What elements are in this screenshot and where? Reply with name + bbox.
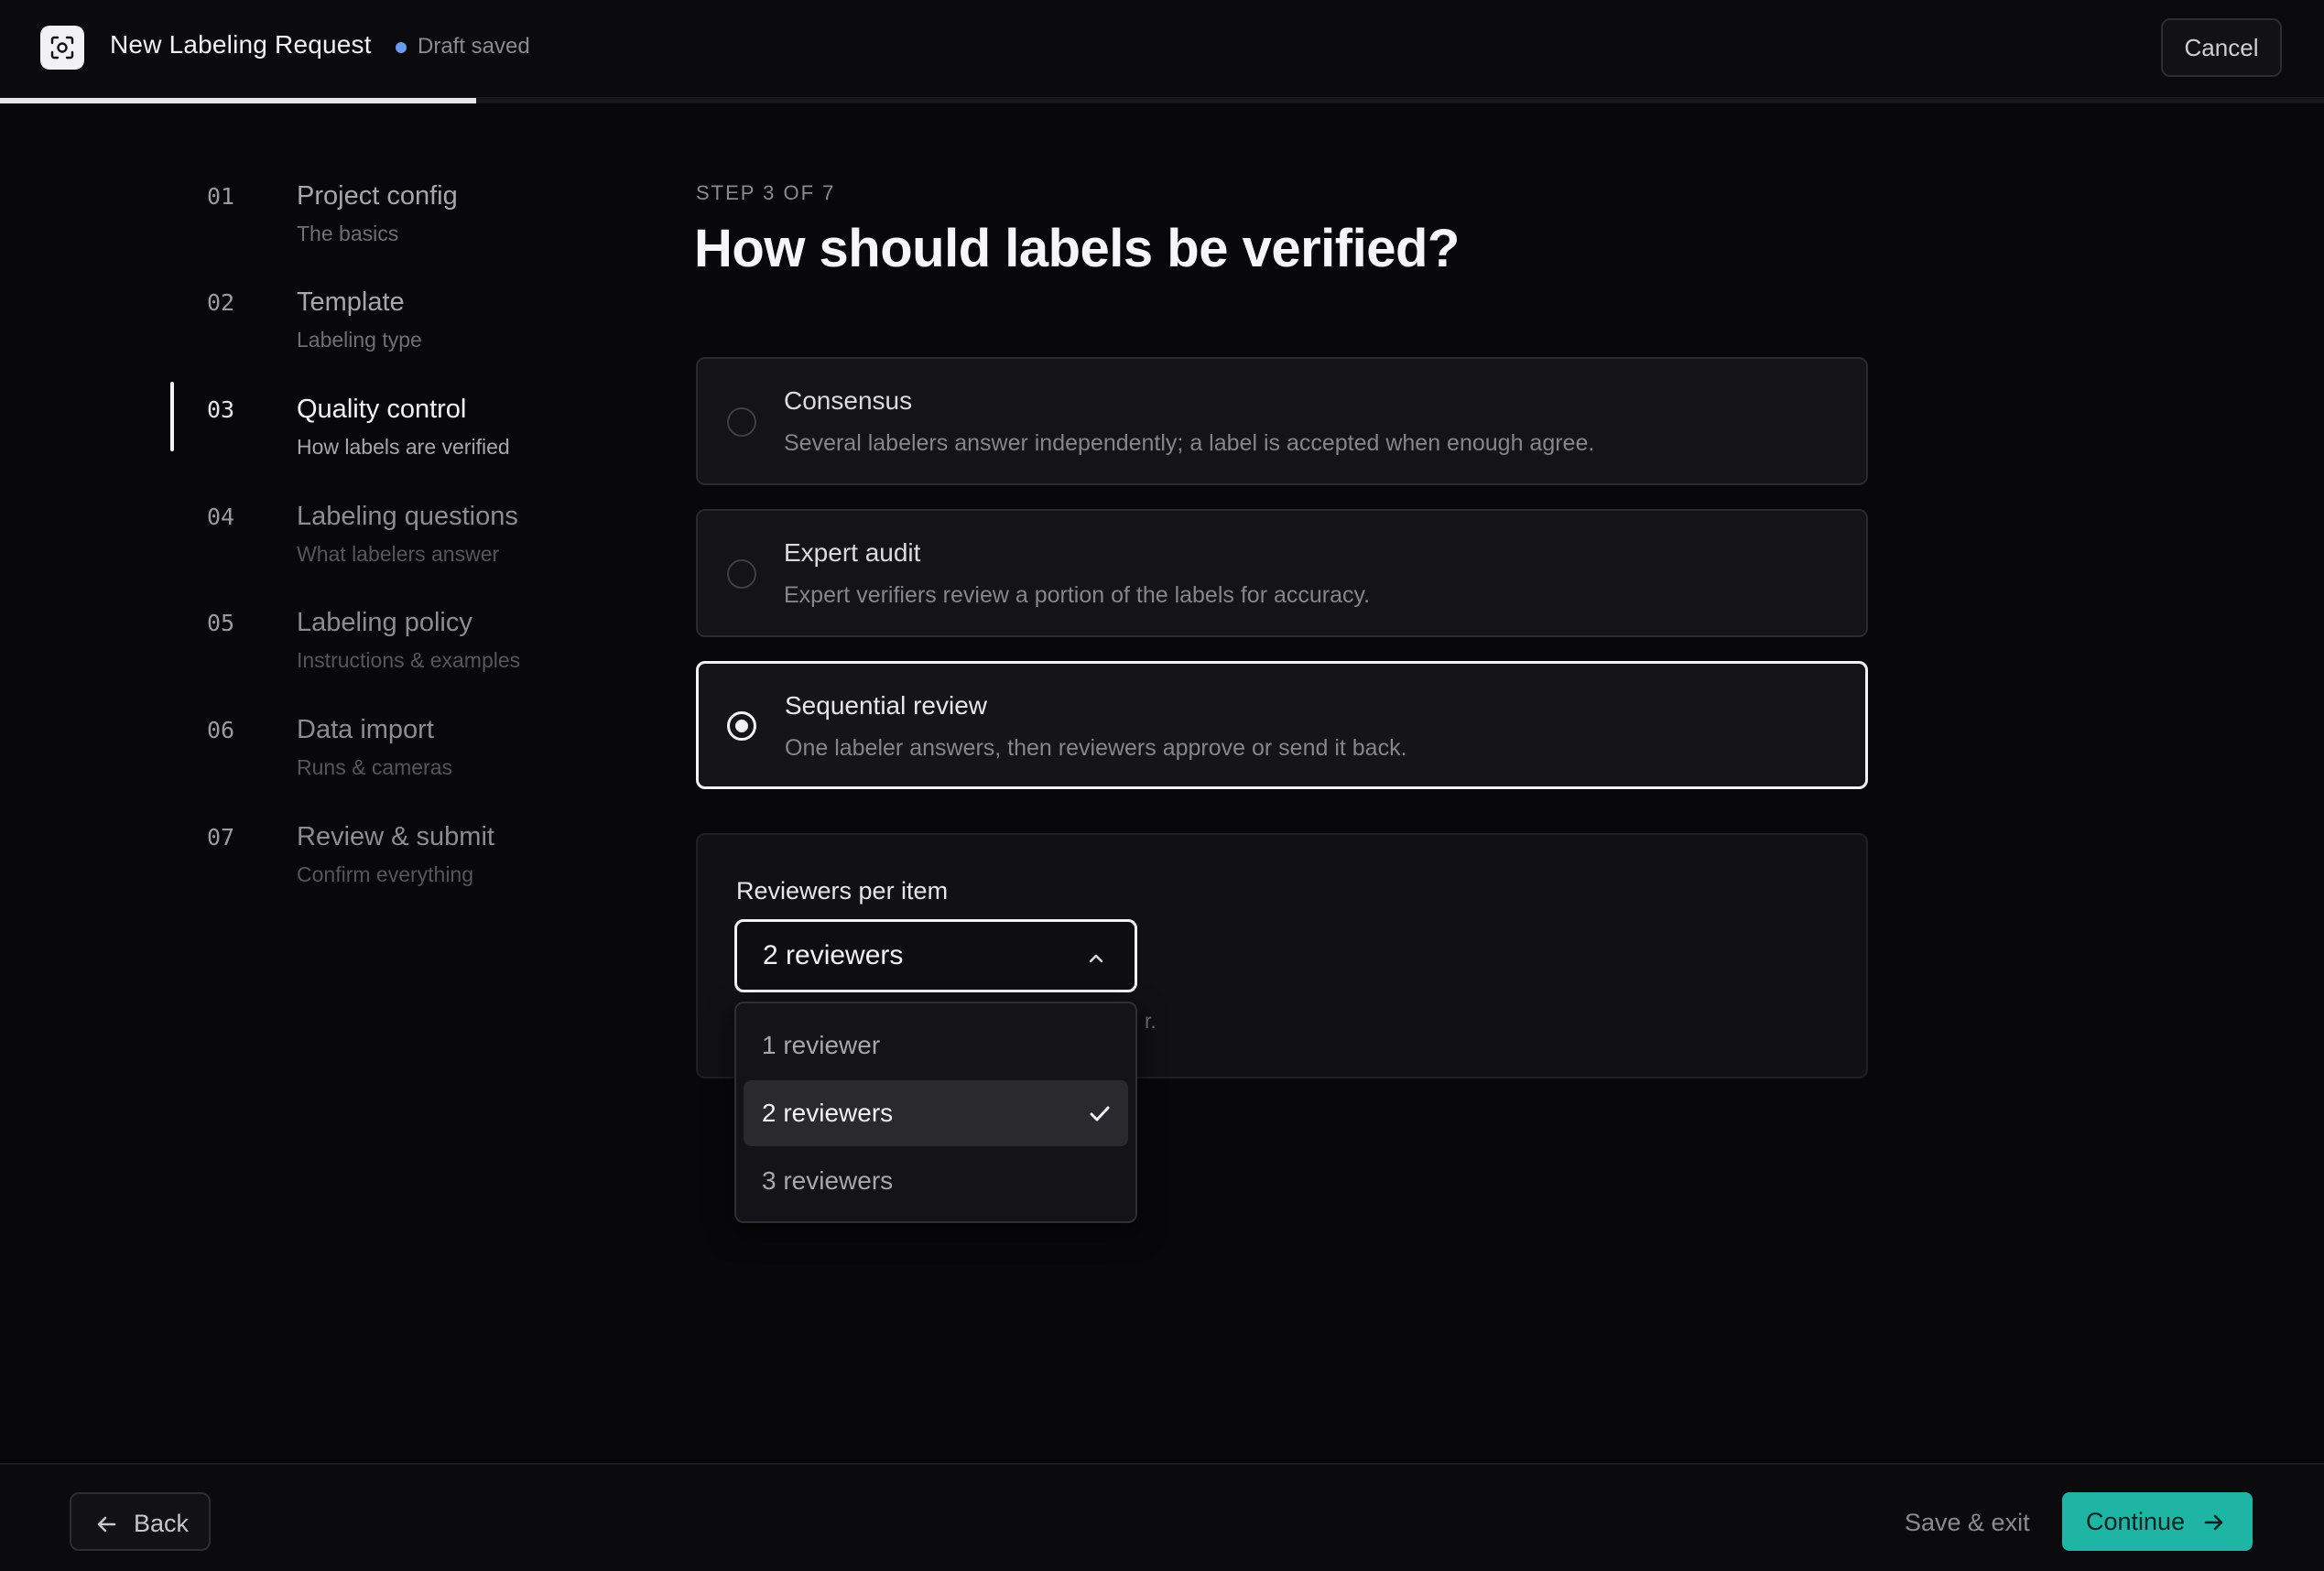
radio-button-selected[interactable] (727, 711, 756, 741)
step-number: 03 (207, 396, 235, 423)
option-description: Expert verifiers review a portion of the… (784, 582, 1371, 608)
dropdown-option-label: 2 reviewers (762, 1099, 894, 1127)
arrow-left-icon (97, 1516, 116, 1533)
step-subtitle: Runs & cameras (297, 755, 453, 779)
app-logo-icon (40, 26, 84, 70)
step-number: 01 (207, 183, 235, 210)
option-description: One labeler answers, then reviewers appr… (785, 735, 1407, 761)
step-item-labeling-questions[interactable]: 04 Labeling questions What labelers answ… (170, 494, 628, 568)
dropdown-option-3-reviewers[interactable]: 3 reviewers (744, 1148, 1128, 1214)
step-item-labeling-policy[interactable]: 05 Labeling policy Instructions & exampl… (170, 601, 628, 674)
option-title: Sequential review (785, 691, 988, 720)
step-subtitle: What labelers answer (297, 542, 500, 566)
step-title: Labeling policy (297, 608, 472, 637)
progress-bar-fill (0, 98, 477, 103)
page-title: How should labels be verified? (694, 219, 1460, 278)
option-card-consensus[interactable]: Consensus Several labelers answer indepe… (696, 357, 1868, 485)
reviewers-dropdown-menu: 1 reviewer 2 reviewers 3 reviewers (734, 1002, 1137, 1223)
option-title: Consensus (784, 386, 913, 415)
step-subtitle: How labels are verified (297, 435, 510, 459)
continue-button[interactable]: Continue (2062, 1492, 2253, 1551)
step-title: Template (297, 287, 405, 317)
option-description: Several labelers answer independently; a… (784, 430, 1595, 456)
step-number: 02 (207, 289, 235, 316)
save-and-exit-link[interactable]: Save & exit (1905, 1509, 2030, 1537)
bottom-bar: Back Save & exit Continue (0, 1463, 2324, 1571)
back-button[interactable]: Back (70, 1492, 211, 1551)
step-item-review-submit[interactable]: 07 Review & submit Confirm everything (170, 815, 628, 888)
step-item-data-import[interactable]: 06 Data import Runs & cameras (170, 708, 628, 781)
step-subtitle: Confirm everything (297, 862, 474, 886)
step-number: 07 (207, 824, 235, 851)
step-title: Quality control (297, 395, 467, 424)
dropdown-option-label: 3 reviewers (762, 1166, 894, 1195)
step-number: 06 (207, 717, 235, 743)
reviewers-per-item-label: Reviewers per item (736, 877, 949, 905)
step-subtitle: Labeling type (297, 328, 422, 352)
step-title: Labeling questions (297, 502, 518, 531)
reviewers-select-value: 2 reviewers (763, 940, 904, 970)
step-subtitle: The basics (297, 222, 399, 245)
app-title: New Labeling Request (110, 30, 372, 59)
progress-bar (0, 98, 2324, 103)
step-item-template[interactable]: 02 Template Labeling type (170, 280, 628, 353)
arrow-right-icon (2204, 1514, 2223, 1531)
radio-button[interactable] (727, 559, 756, 589)
cancel-button[interactable]: Cancel (2161, 18, 2282, 77)
step-title: Data import (297, 715, 434, 744)
continue-button-label: Continue (2086, 1508, 2186, 1535)
chevron-up-icon (1089, 954, 1103, 963)
option-card-sequential-review[interactable]: Sequential review One labeler answers, t… (696, 661, 1868, 789)
option-card-expert-audit[interactable]: Expert audit Expert verifiers review a p… (696, 509, 1868, 637)
active-step-indicator (170, 382, 174, 451)
step-number: 04 (207, 504, 235, 530)
step-title: Project config (297, 181, 458, 211)
dropdown-option-1-reviewer[interactable]: 1 reviewer (744, 1013, 1128, 1078)
step-counter: STEP 3 OF 7 (696, 181, 836, 204)
option-title: Expert audit (784, 538, 921, 567)
step-item-project-config[interactable]: 01 Project config The basics (170, 174, 628, 247)
dropdown-option-label: 1 reviewer (762, 1031, 881, 1059)
draft-status-dot-icon (396, 42, 407, 53)
check-icon (1090, 1106, 1110, 1121)
step-title: Review & submit (297, 822, 494, 851)
step-number: 05 (207, 610, 235, 636)
reviewers-hint-fragment: r. (1145, 1009, 1157, 1033)
step-subtitle: Instructions & examples (297, 648, 521, 672)
draft-status: Draft saved (418, 34, 530, 59)
step-item-quality-control[interactable]: 03 Quality control How labels are verifi… (170, 382, 628, 460)
top-bar: New Labeling Request Draft saved Cancel (0, 0, 2324, 99)
reviewers-select[interactable]: 2 reviewers (734, 919, 1137, 992)
radio-button[interactable] (727, 407, 756, 437)
back-button-label: Back (134, 1510, 190, 1537)
dropdown-option-2-reviewers[interactable]: 2 reviewers (744, 1080, 1128, 1146)
